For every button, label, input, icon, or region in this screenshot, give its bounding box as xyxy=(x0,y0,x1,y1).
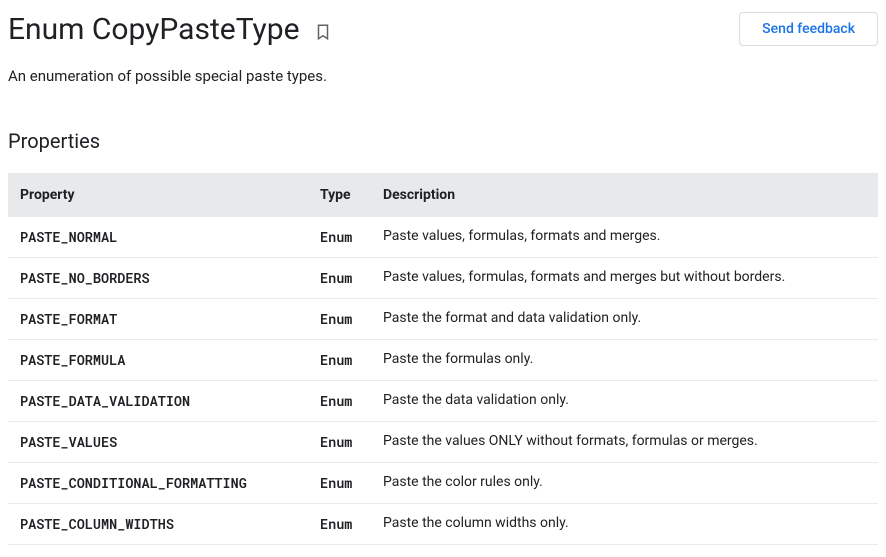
property-cell: PASTE_FORMAT xyxy=(8,299,308,340)
type-cell: Enum xyxy=(308,217,371,258)
send-feedback-button[interactable]: Send feedback xyxy=(739,12,878,46)
page-title: Enum CopyPasteType xyxy=(8,12,300,47)
table-row: PASTE_FORMULAEnumPaste the formulas only… xyxy=(8,340,878,381)
property-cell: PASTE_VALUES xyxy=(8,422,308,463)
table-row: PASTE_CONDITIONAL_FORMATTINGEnumPaste th… xyxy=(8,463,878,504)
table-row: PASTE_VALUESEnumPaste the values ONLY wi… xyxy=(8,422,878,463)
description-cell: Paste the data validation only. xyxy=(371,381,878,422)
type-cell: Enum xyxy=(308,381,371,422)
description-cell: Paste the values ONLY without formats, f… xyxy=(371,422,878,463)
description-cell: Paste the column widths only. xyxy=(371,504,878,545)
property-cell: PASTE_NO_BORDERS xyxy=(8,258,308,299)
description-cell: Paste the format and data validation onl… xyxy=(371,299,878,340)
type-cell: Enum xyxy=(308,258,371,299)
description-cell: Paste the color rules only. xyxy=(371,463,878,504)
table-row: PASTE_FORMATEnumPaste the format and dat… xyxy=(8,299,878,340)
type-cell: Enum xyxy=(308,504,371,545)
properties-table: Property Type Description PASTE_NORMALEn… xyxy=(8,173,878,545)
col-header-type: Type xyxy=(308,173,371,217)
properties-heading: Properties xyxy=(8,129,878,153)
col-header-property: Property xyxy=(8,173,308,217)
page-description: An enumeration of possible special paste… xyxy=(8,67,878,85)
property-cell: PASTE_CONDITIONAL_FORMATTING xyxy=(8,463,308,504)
header-row: Enum CopyPasteType Send feedback xyxy=(8,12,878,47)
table-row: PASTE_NO_BORDERSEnumPaste values, formul… xyxy=(8,258,878,299)
property-cell: PASTE_FORMULA xyxy=(8,340,308,381)
type-cell: Enum xyxy=(308,299,371,340)
type-cell: Enum xyxy=(308,340,371,381)
table-row: PASTE_NORMALEnumPaste values, formulas, … xyxy=(8,217,878,258)
property-cell: PASTE_NORMAL xyxy=(8,217,308,258)
table-row: PASTE_COLUMN_WIDTHSEnumPaste the column … xyxy=(8,504,878,545)
property-cell: PASTE_DATA_VALIDATION xyxy=(8,381,308,422)
bookmark-icon[interactable] xyxy=(314,23,332,41)
title-wrap: Enum CopyPasteType xyxy=(8,12,332,47)
description-cell: Paste the formulas only. xyxy=(371,340,878,381)
property-cell: PASTE_COLUMN_WIDTHS xyxy=(8,504,308,545)
type-cell: Enum xyxy=(308,463,371,504)
table-row: PASTE_DATA_VALIDATIONEnumPaste the data … xyxy=(8,381,878,422)
description-cell: Paste values, formulas, formats and merg… xyxy=(371,258,878,299)
col-header-description: Description xyxy=(371,173,878,217)
table-header-row: Property Type Description xyxy=(8,173,878,217)
description-cell: Paste values, formulas, formats and merg… xyxy=(371,217,878,258)
type-cell: Enum xyxy=(308,422,371,463)
